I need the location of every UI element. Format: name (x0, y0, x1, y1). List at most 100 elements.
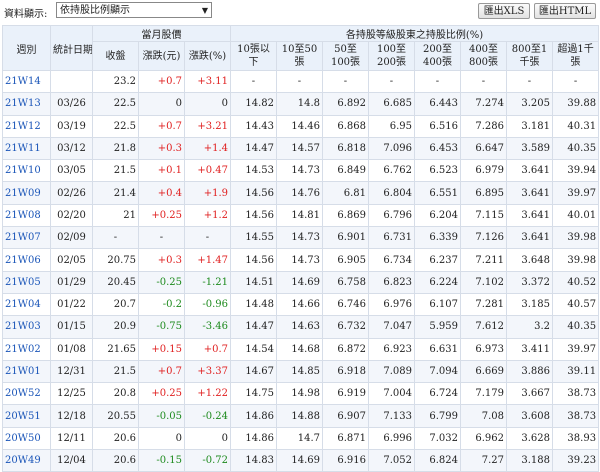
change-pct-cell: -1.21 (184, 270, 231, 294)
close-cell: 21.65 (92, 337, 139, 361)
change-cell: -0.75 (138, 315, 185, 339)
level-cell: 6.895 (460, 181, 507, 205)
week-link[interactable]: 21W10 (2, 159, 51, 183)
level-cell: 39.98 (551, 248, 600, 272)
date-cell: 02/05 (50, 248, 93, 272)
change-cell: -0.15 (138, 449, 185, 472)
level-cell: 6.916 (322, 449, 369, 472)
week-link[interactable]: 21W01 (2, 359, 51, 384)
table-row: 21W03 01/15 20.9 -0.75 -3.46 14.47 14.63 6.732 7… (2, 315, 600, 339)
header-week: 週別 (2, 25, 51, 71)
change-cell: +0.1 (138, 159, 185, 183)
level-cell: 14.69 (276, 270, 323, 294)
table-row: 20W52 12/25 20.8 +0.25 +1.22 14.75 14.98 6.919 7… (2, 382, 600, 406)
week-link[interactable]: 21W14 (2, 69, 51, 94)
change-pct-cell: -0.72 (184, 449, 231, 472)
week-link[interactable]: 20W51 (2, 404, 51, 428)
change-cell: +0.7 (138, 69, 185, 94)
week-link[interactable]: 21W04 (2, 292, 51, 317)
change-pct-cell: +3.11 (184, 69, 231, 94)
level-cell: 6.973 (460, 337, 507, 361)
header-close: 收盤 (92, 41, 139, 71)
table-row: 21W05 01/29 20.45 -0.25 -1.21 14.51 14.69 6.758… (2, 270, 600, 294)
week-link[interactable]: 21W07 (2, 226, 51, 250)
display-mode-value: 依持股比例顯示 (60, 5, 130, 16)
level-cell: 6.871 (322, 426, 369, 451)
level-cell: 6.453 (414, 136, 461, 161)
header-price-group: 當月股價 (92, 25, 231, 42)
level-cell: 7.281 (460, 292, 507, 317)
shareholding-table: 週別 統計日期 當月股價 各持股等級股東之持股比例(%) 收盤 漲跌(元) 漲跌… (2, 25, 600, 472)
week-link[interactable]: 21W13 (2, 92, 51, 116)
change-pct-cell: - (184, 226, 231, 250)
week-link[interactable]: 21W11 (2, 136, 51, 161)
level-cell: 6.631 (414, 337, 461, 361)
level-cell: 3.667 (506, 382, 553, 406)
level-cell: 14.68 (276, 337, 323, 361)
change-pct-cell: +0.7 (184, 337, 231, 361)
level-cell: 7.211 (460, 248, 507, 272)
level-cell: 14.43 (230, 114, 277, 138)
change-cell: -0.05 (138, 404, 185, 428)
export-xls-button[interactable]: 匯出XLS (478, 3, 530, 19)
change-pct-cell: +3.21 (184, 114, 231, 138)
level-cell: 14.53 (230, 159, 277, 183)
date-cell: 03/19 (50, 114, 93, 138)
change-pct-cell: +0.47 (184, 159, 231, 183)
level-cell: 6.647 (460, 136, 507, 161)
level-cell: 14.56 (230, 203, 277, 228)
week-link[interactable]: 21W02 (2, 337, 51, 361)
header-date: 統計日期 (50, 25, 93, 71)
table-row: 20W51 12/18 20.55 -0.05 -0.24 14.86 14.88 6.907… (2, 404, 600, 428)
level-cell: 7.274 (460, 92, 507, 116)
level-cell: 6.224 (414, 270, 461, 294)
table-row: 21W09 02/26 21.4 +0.4 +1.9 14.56 14.76 6.81 6.80… (2, 181, 600, 205)
level-cell: 14.73 (276, 248, 323, 272)
close-cell: 20.7 (92, 292, 139, 317)
close-cell: 20.8 (92, 382, 139, 406)
level-cell: 6.81 (322, 181, 369, 205)
week-link[interactable]: 21W08 (2, 203, 51, 228)
level-cell: 5.959 (414, 315, 461, 339)
level-cell: 14.66 (276, 292, 323, 317)
level-cell: 6.919 (322, 382, 369, 406)
level-cell: 38.73 (551, 404, 600, 428)
header-holders-group: 各持股等級股東之持股比例(%) (229, 25, 600, 42)
level-cell: 7.032 (414, 426, 461, 451)
level-cell: 40.52 (551, 270, 600, 294)
level-cell: 6.762 (368, 159, 415, 183)
header-change-pct: 漲跌(%) (184, 41, 231, 71)
week-link[interactable]: 21W05 (2, 270, 51, 294)
level-cell: 14.73 (276, 226, 323, 250)
table-row: 21W13 03/26 22.5 0 0 14.82 14.8 6.892 6.685 6.443… (2, 92, 600, 116)
level-cell: 6.724 (414, 382, 461, 406)
level-cell: 14.56 (230, 248, 277, 272)
close-cell: 21.8 (92, 136, 139, 161)
level-cell: 39.88 (551, 92, 600, 116)
level-cell: 6.799 (414, 404, 461, 428)
week-link[interactable]: 20W52 (2, 382, 51, 406)
level-cell: 6.824 (414, 449, 461, 472)
week-link[interactable]: 20W49 (2, 449, 51, 472)
level-cell: 6.237 (414, 248, 461, 272)
table-row: 21W06 02/05 20.75 +0.3 +1.47 14.56 14.73 6.905 6… (2, 248, 600, 272)
level-cell: 40.35 (551, 315, 600, 339)
week-link[interactable]: 21W03 (2, 315, 51, 339)
level-cell: 14.73 (276, 159, 323, 183)
display-mode-select[interactable]: 依持股比例顯示 ▼ (56, 2, 212, 18)
level-cell: 7.27 (460, 449, 507, 472)
table-row: 20W49 12/04 20.6 -0.15 -0.72 14.83 14.69 6.916 7… (2, 449, 600, 472)
level-cell: 38.73 (551, 382, 600, 406)
date-cell: 12/04 (50, 449, 93, 472)
level-cell: 40.31 (551, 114, 600, 138)
week-link[interactable]: 20W50 (2, 426, 51, 451)
change-cell: +0.15 (138, 337, 185, 361)
level-cell: 6.979 (460, 159, 507, 183)
level-cell: 39.11 (551, 359, 600, 384)
export-html-button[interactable]: 匯出HTML (534, 3, 596, 19)
week-link[interactable]: 21W12 (2, 114, 51, 138)
header-level-6: 400至800張 (460, 41, 507, 71)
level-cell: 6.746 (322, 292, 369, 317)
week-link[interactable]: 21W09 (2, 181, 51, 205)
week-link[interactable]: 21W06 (2, 248, 51, 272)
